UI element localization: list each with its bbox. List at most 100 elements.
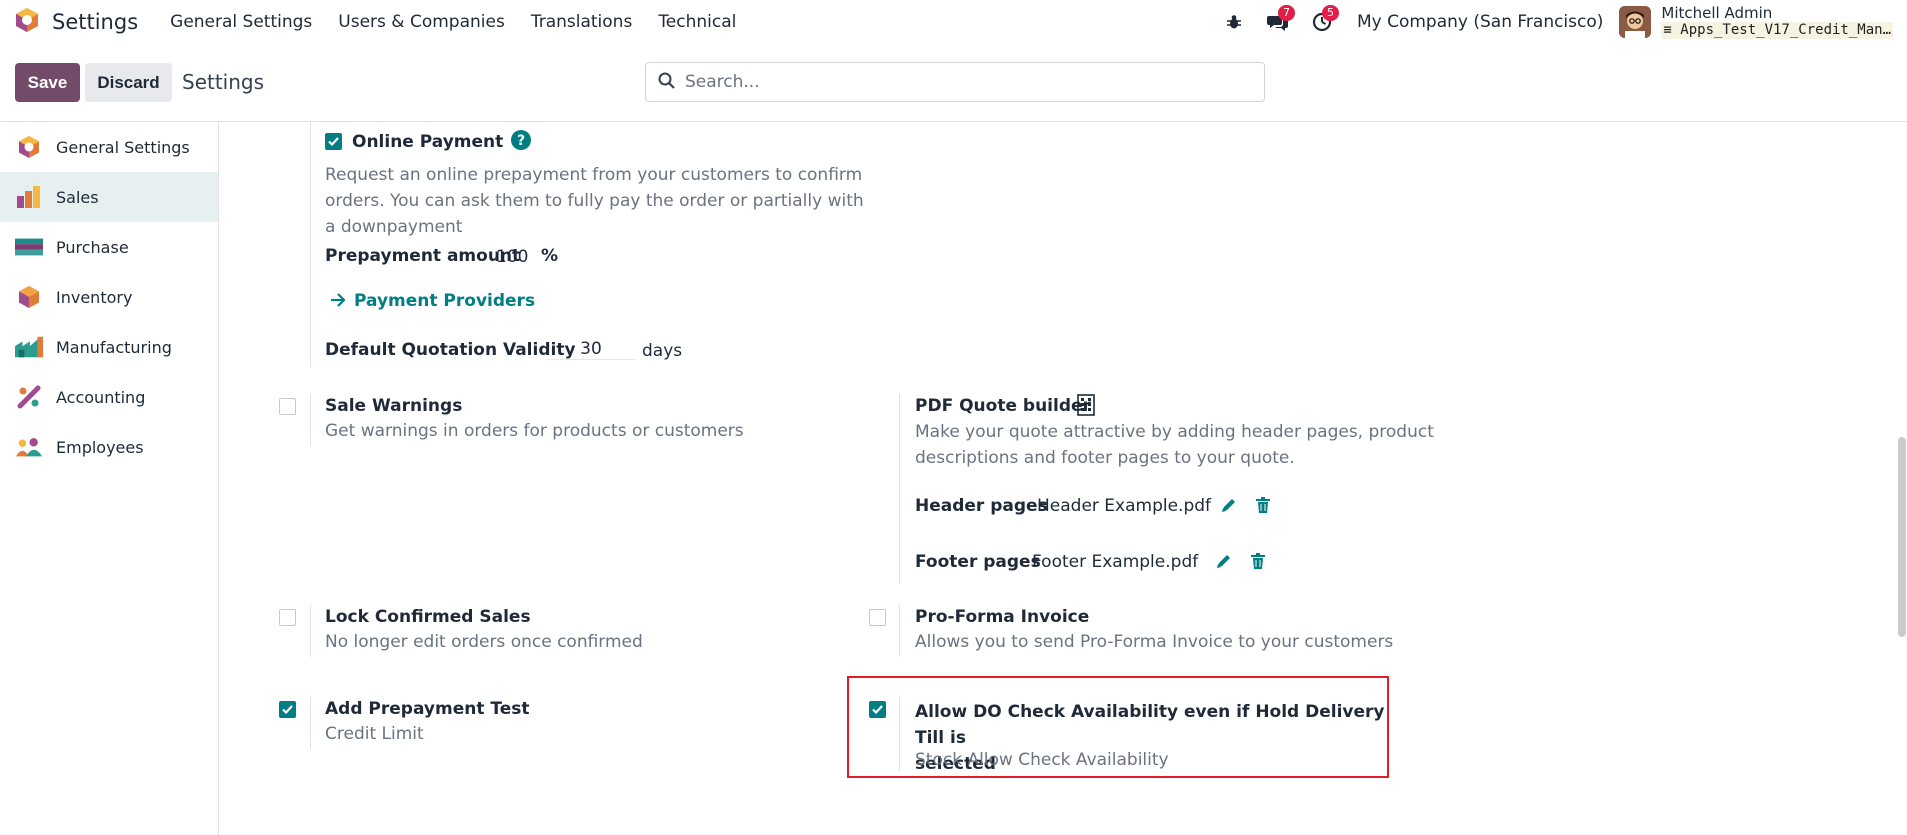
- app-title[interactable]: Settings: [52, 10, 138, 34]
- activity-badge: 5: [1321, 4, 1339, 21]
- building-icon: [1077, 394, 1095, 420]
- sidebar-item-employees[interactable]: Employees: [0, 422, 218, 472]
- scrollbar-thumb[interactable]: [1898, 437, 1906, 637]
- menu-translations[interactable]: Translations: [531, 12, 633, 32]
- payment-providers-link[interactable]: Payment Providers: [354, 291, 535, 311]
- desc-line: Request an online prepayment from your c…: [325, 165, 863, 185]
- settings-content: Online Payment ? Request an online prepa…: [220, 122, 1907, 835]
- sales-app-icon: [15, 183, 43, 211]
- sidebar-item-label: Inventory: [56, 287, 133, 307]
- sidebar-item-purchase[interactable]: Purchase: [0, 222, 218, 272]
- add-prepayment-test-title: Add Prepayment Test: [325, 699, 530, 719]
- setting-divider: [899, 697, 900, 771]
- odoo-app-icon: [14, 7, 40, 37]
- sidebar-item-label: Purchase: [56, 237, 129, 257]
- sidebar-item-label: Sales: [56, 187, 99, 207]
- sidebar-item-label: General Settings: [56, 137, 190, 157]
- online-payment-description: Request an online prepayment from your c…: [325, 162, 865, 240]
- settings-app: Settings General Settings Users & Compan…: [0, 0, 1907, 835]
- setting-divider: [310, 394, 311, 446]
- menu-technical[interactable]: Technical: [658, 12, 736, 32]
- menu-users-companies[interactable]: Users & Companies: [338, 12, 505, 32]
- sidebar-item-label: Accounting: [56, 387, 146, 407]
- trash-icon[interactable]: [1256, 497, 1270, 517]
- chat-icon[interactable]: 7: [1263, 4, 1295, 37]
- pencil-icon[interactable]: [1216, 553, 1232, 573]
- header-pages-file[interactable]: Header Example.pdf: [1037, 496, 1211, 516]
- setting-divider: [899, 605, 900, 657]
- lock-confirmed-sales-description: No longer edit orders once confirmed: [325, 632, 643, 652]
- lock-confirmed-sales-title: Lock Confirmed Sales: [325, 607, 531, 627]
- lock-confirmed-sales-checkbox[interactable]: [279, 609, 296, 626]
- help-icon[interactable]: ?: [510, 129, 532, 155]
- search-box[interactable]: [645, 62, 1265, 102]
- allow-do-check-availability-description: Stock Allow Check Availability: [915, 750, 1169, 770]
- purchase-app-icon: [15, 233, 43, 261]
- main-menu: General Settings Users & Companies Trans…: [170, 12, 762, 32]
- allow-do-check-availability-checkbox[interactable]: [869, 701, 886, 718]
- desc-line: Make your quote attractive by adding hea…: [915, 422, 1434, 442]
- quotation-validity-input[interactable]: [547, 339, 635, 360]
- pdf-quote-builder-title: PDF Quote builder: [915, 396, 1091, 416]
- database-icon: ≡: [1663, 22, 1672, 38]
- sidebar-item-label: Manufacturing: [56, 337, 172, 357]
- search-icon: [658, 72, 675, 93]
- settings-app-icon: [15, 133, 43, 161]
- desc-line: a downpayment: [325, 217, 463, 237]
- discard-button[interactable]: Discard: [85, 63, 172, 102]
- database-name: ≡ Apps_Test_V17_Credit_Man…: [1661, 22, 1893, 39]
- app-brand[interactable]: Settings: [14, 7, 138, 37]
- navbar-systray: 7 5 My Company (San Francisco) Mitchell …: [1219, 0, 1907, 43]
- footer-pages-label: Footer pages: [915, 552, 1041, 572]
- footer-pages-file[interactable]: Footer Example.pdf: [1032, 552, 1198, 572]
- sidebar-item-label: Employees: [56, 437, 144, 457]
- setting-divider: [899, 394, 900, 584]
- accounting-app-icon: [15, 383, 43, 411]
- add-prepayment-test-description: Credit Limit: [325, 724, 424, 744]
- setting-divider: [310, 697, 311, 749]
- sale-warnings-checkbox[interactable]: [279, 398, 296, 415]
- employees-app-icon: [15, 433, 43, 461]
- online-payment-checkbox[interactable]: [325, 133, 342, 150]
- search-input[interactable]: [685, 72, 1245, 92]
- control-panel: Save Discard Settings: [0, 43, 1907, 122]
- inventory-app-icon: [15, 283, 43, 311]
- top-navbar: Settings General Settings Users & Compan…: [0, 0, 1907, 43]
- company-switcher[interactable]: My Company (San Francisco): [1357, 12, 1603, 32]
- pro-forma-invoice-checkbox[interactable]: [869, 609, 886, 626]
- sidebar-item-inventory[interactable]: Inventory: [0, 272, 218, 322]
- user-menu[interactable]: Mitchell Admin ≡ Apps_Test_V17_Credit_Ma…: [1661, 4, 1893, 39]
- setting-divider: [310, 605, 311, 657]
- chat-badge: 7: [1277, 4, 1295, 21]
- menu-general-settings[interactable]: General Settings: [170, 12, 312, 32]
- content-scrollbar[interactable]: [1897, 122, 1907, 835]
- add-prepayment-test-checkbox[interactable]: [279, 701, 296, 718]
- pencil-icon[interactable]: [1221, 497, 1237, 517]
- user-avatar[interactable]: [1619, 5, 1652, 38]
- prepayment-amount-input[interactable]: 100: [496, 247, 528, 267]
- sidebar-item-accounting[interactable]: Accounting: [0, 372, 218, 422]
- activity-clock-icon[interactable]: 5: [1307, 4, 1339, 37]
- desc-line: descriptions and footer pages to your qu…: [915, 448, 1295, 468]
- sale-warnings-description: Get warnings in orders for products or c…: [325, 421, 744, 441]
- database-name-text: Apps_Test_V17_Credit_Man…: [1680, 22, 1891, 38]
- sidebar-item-general-settings[interactable]: General Settings: [0, 122, 218, 172]
- trash-icon[interactable]: [1251, 553, 1265, 573]
- user-name: Mitchell Admin: [1661, 4, 1773, 22]
- settings-sidebar: General Settings Sales Purchase Inventor…: [0, 122, 219, 835]
- quotation-validity-label: Default Quotation Validity: [325, 340, 576, 360]
- manufacturing-app-icon: [15, 333, 43, 361]
- debug-icon[interactable]: [1219, 7, 1249, 37]
- title-line: Allow DO Check Availability even if Hold…: [915, 702, 1385, 748]
- sale-warnings-title: Sale Warnings: [325, 396, 463, 416]
- quotation-validity-unit: days: [642, 341, 683, 361]
- pro-forma-invoice-description: Allows you to send Pro-Forma Invoice to …: [915, 632, 1394, 652]
- header-pages-label: Header pages: [915, 496, 1048, 516]
- breadcrumb: Settings: [182, 70, 265, 94]
- sidebar-item-manufacturing[interactable]: Manufacturing: [0, 322, 218, 372]
- sidebar-item-sales[interactable]: Sales: [0, 172, 218, 222]
- pdf-quote-builder-description: Make your quote attractive by adding hea…: [915, 419, 1435, 471]
- setting-divider: [310, 122, 311, 367]
- desc-line: orders. You can ask them to fully pay th…: [325, 191, 864, 211]
- save-button[interactable]: Save: [15, 63, 80, 102]
